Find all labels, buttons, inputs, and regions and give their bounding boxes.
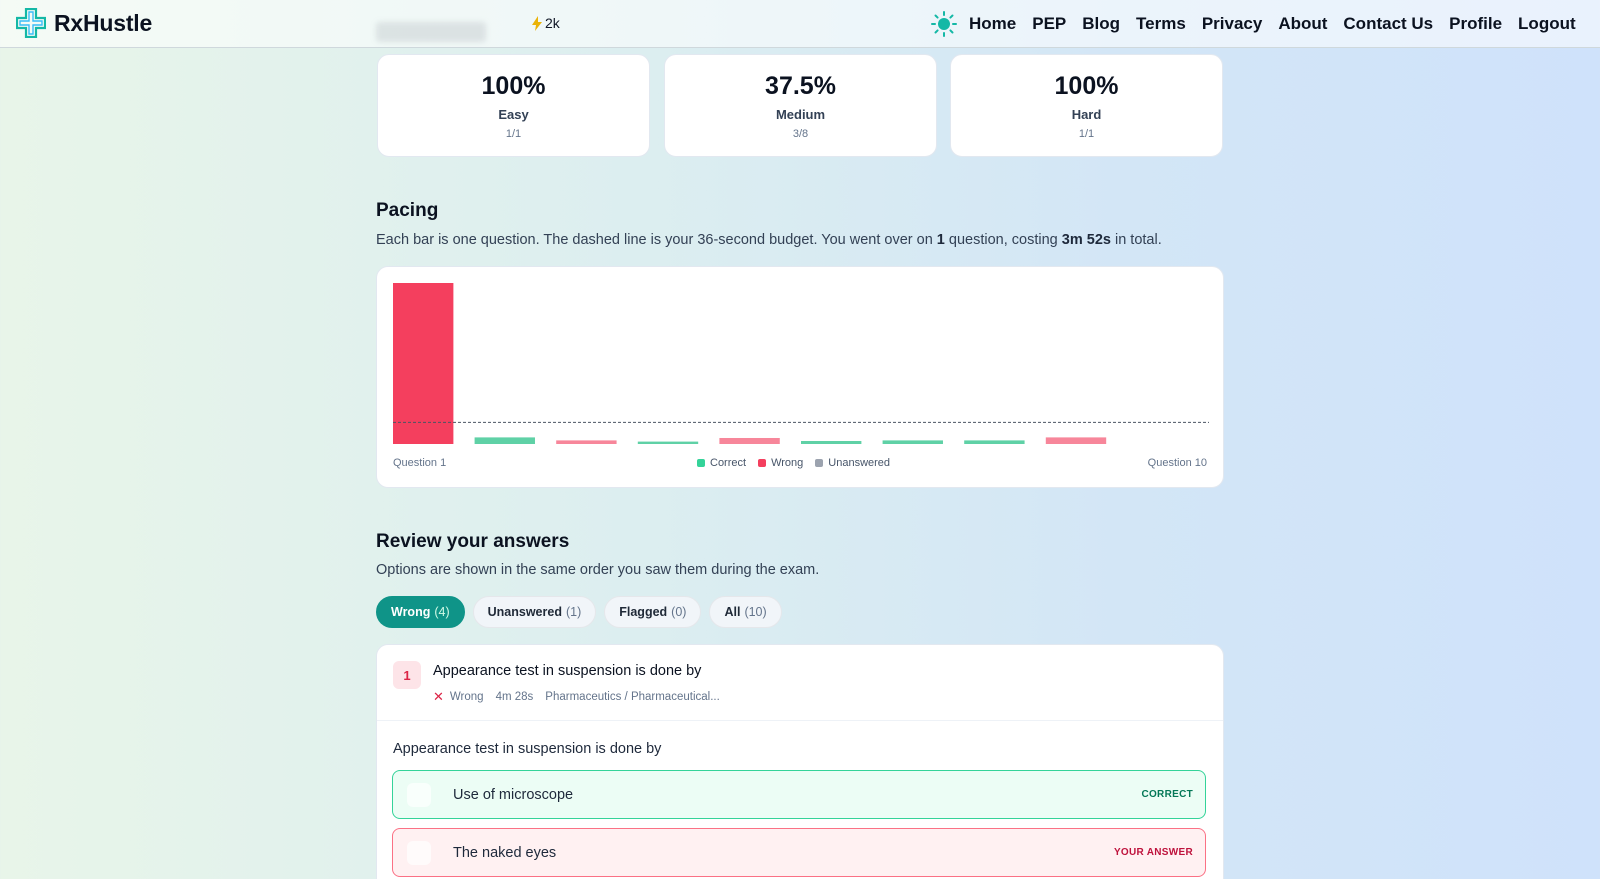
review-filters: Wrong (4) Unanswered (1) Flagged (0) All (10… [376, 596, 790, 628]
question-time: 4m 28s [495, 691, 534, 703]
filter-unanswered[interactable]: Unanswered (1) [472, 596, 597, 628]
brand-logo-link[interactable]: RxHustle [16, 8, 152, 38]
option-your-answer[interactable]: The naked eyes YOUR ANSWER [392, 828, 1206, 877]
top-navbar: RxHustle 2k Home PEP Blog Terms Privacy … [0, 0, 1600, 48]
stat-label: Medium [775, 107, 826, 122]
stat-label: Easy [498, 107, 529, 122]
streak-value: 2k [545, 15, 560, 31]
pacing-chart: Question 1 Correct Wrong Unanswered Ques… [376, 266, 1224, 488]
chart-legend: Correct Wrong Unanswered [697, 457, 902, 469]
nav-home[interactable]: Home [969, 13, 1016, 35]
option-marker [407, 782, 431, 807]
pacing-bar-3[interactable] [556, 440, 617, 444]
stat-card-easy: 100% Easy 1/1 [377, 54, 650, 157]
pacing-bar-1[interactable] [393, 283, 454, 444]
question-status: Wrong [449, 691, 484, 703]
main-nav: Home PEP Blog Terms Privacy About Contac… [969, 13, 1592, 35]
question-header[interactable]: 1 Appearance test in suspension is done … [377, 645, 1223, 721]
question-number-badge: 1 [393, 661, 421, 689]
x-axis-start-label: Question 1 [393, 457, 447, 469]
pacing-bar-6[interactable] [801, 440, 862, 444]
legend-wrong: Wrong [758, 457, 803, 469]
legend-swatch [697, 459, 705, 467]
stat-count: 1/1 [505, 128, 522, 140]
nav-about[interactable]: About [1278, 13, 1327, 35]
option-text: The naked eyes [453, 844, 557, 861]
nav-profile[interactable]: Profile [1449, 13, 1502, 35]
legend-swatch [815, 459, 824, 467]
pacing-bar-8[interactable] [964, 440, 1025, 444]
question-title: Appearance test in suspension is done by [433, 663, 702, 679]
stat-card-hard: 100% Hard 1/1 [950, 54, 1223, 157]
review-title: Review your answers [376, 531, 570, 552]
stat-value: 100% [481, 72, 546, 100]
option-correct[interactable]: Use of microscope CORRECT [392, 770, 1206, 819]
nav-terms[interactable]: Terms [1136, 13, 1186, 35]
medical-cross-icon [16, 8, 46, 38]
pacing-title: Pacing [376, 200, 439, 221]
legend-correct: Correct [697, 457, 746, 469]
x-mark-icon: ✕ [433, 689, 444, 704]
filter-all[interactable]: All (10) [709, 596, 782, 628]
nav-blog[interactable]: Blog [1082, 13, 1120, 35]
overtime-count: 1 [936, 232, 945, 248]
stat-label: Hard [1071, 107, 1102, 122]
pacing-chart-svg [393, 283, 1209, 444]
lightning-icon [532, 15, 542, 31]
pacing-bar-2[interactable] [474, 437, 535, 444]
pacing-description: Each bar is one question. The dashed lin… [376, 232, 1162, 248]
your-answer-tag: YOUR ANSWER [1113, 847, 1193, 858]
filter-flagged[interactable]: Flagged (0) [604, 596, 702, 628]
pacing-bar-7[interactable] [882, 440, 943, 444]
question-topic: Pharmaceutics / Pharmaceutical... [545, 691, 720, 703]
nav-privacy[interactable]: Privacy [1202, 13, 1263, 35]
option-text: Use of microscope [453, 786, 574, 803]
streak-counter[interactable]: 2k [532, 15, 560, 31]
nav-contact-us[interactable]: Contact Us [1343, 13, 1433, 35]
stat-count: 1/1 [1078, 128, 1095, 140]
option-marker [407, 840, 431, 865]
review-description: Options are shown in the same order you … [376, 562, 820, 578]
question-meta: ✕ Wrong 4m 28s Pharmaceutics / Pharmaceu… [433, 689, 732, 705]
x-axis-end-label: Question 10 [1147, 457, 1207, 469]
nav-logout[interactable]: Logout [1518, 13, 1576, 35]
overtime-cost: 3m 52s [1061, 232, 1111, 248]
stat-value: 100% [1054, 72, 1119, 100]
pacing-bar-4[interactable] [637, 441, 699, 444]
brand-name: RxHustle [54, 9, 153, 36]
filter-wrong[interactable]: Wrong (4) [376, 596, 465, 628]
question-body-text: Appearance test in suspension is done by [393, 741, 662, 757]
pacing-bar-9[interactable] [1045, 437, 1107, 444]
blurred-page-title [376, 22, 486, 42]
stat-card-medium: 37.5% Medium 3/8 [664, 54, 937, 157]
stat-value: 37.5% [765, 72, 836, 100]
legend-swatch [758, 459, 767, 467]
nav-pep[interactable]: PEP [1032, 13, 1066, 35]
stat-count: 3/8 [792, 128, 809, 140]
legend-unanswered: Unanswered [815, 457, 890, 469]
pacing-bar-5[interactable] [719, 437, 780, 444]
sun-icon[interactable] [931, 11, 957, 37]
correct-tag: CORRECT [1141, 789, 1193, 800]
